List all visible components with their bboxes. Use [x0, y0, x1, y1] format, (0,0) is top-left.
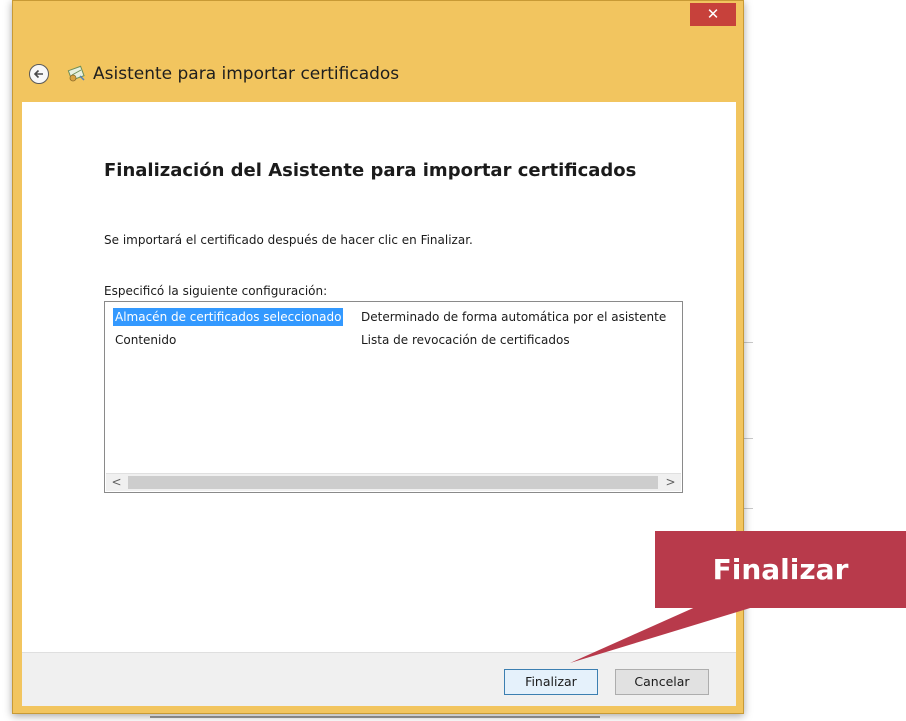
- scroll-right-icon[interactable]: >: [662, 474, 679, 491]
- setting-key: Almacén de certificados seleccionado: [113, 308, 344, 326]
- close-button[interactable]: ✕: [690, 3, 736, 26]
- background-line: [744, 508, 753, 509]
- finish-button[interactable]: Finalizar: [504, 669, 598, 695]
- wizard-header: Asistente para importar certificados: [29, 61, 399, 87]
- callout-label: Finalizar: [655, 531, 906, 608]
- back-arrow-icon: [33, 69, 43, 79]
- background-line: [744, 342, 753, 343]
- import-wizard-window: ✕ Asistente para importar certificados F…: [12, 0, 744, 714]
- scroll-left-icon[interactable]: <: [108, 474, 125, 491]
- horizontal-scrollbar[interactable]: < >: [106, 473, 681, 491]
- settings-list[interactable]: Almacén de certificados seleccionado Det…: [104, 301, 683, 493]
- scrollbar-thumb[interactable]: [128, 476, 658, 489]
- config-label: Especificó la siguiente configuración:: [104, 284, 328, 298]
- wizard-content: Finalización del Asistente para importar…: [22, 102, 736, 652]
- background-line: [744, 438, 753, 439]
- wizard-footer: Finalizar Cancelar: [22, 652, 736, 706]
- setting-value: Determinado de forma automática por el a…: [361, 310, 667, 324]
- window-title: Asistente para importar certificados: [93, 64, 400, 84]
- certificate-icon: [67, 65, 85, 82]
- page-heading: Finalización del Asistente para importar…: [104, 160, 637, 181]
- background-line: [150, 716, 600, 718]
- setting-key: Contenido: [115, 333, 177, 347]
- cancel-button[interactable]: Cancelar: [615, 669, 709, 695]
- setting-value: Lista de revocación de certificados: [361, 333, 570, 347]
- back-button[interactable]: [29, 64, 49, 84]
- intro-text: Se importará el certificado después de h…: [104, 233, 473, 247]
